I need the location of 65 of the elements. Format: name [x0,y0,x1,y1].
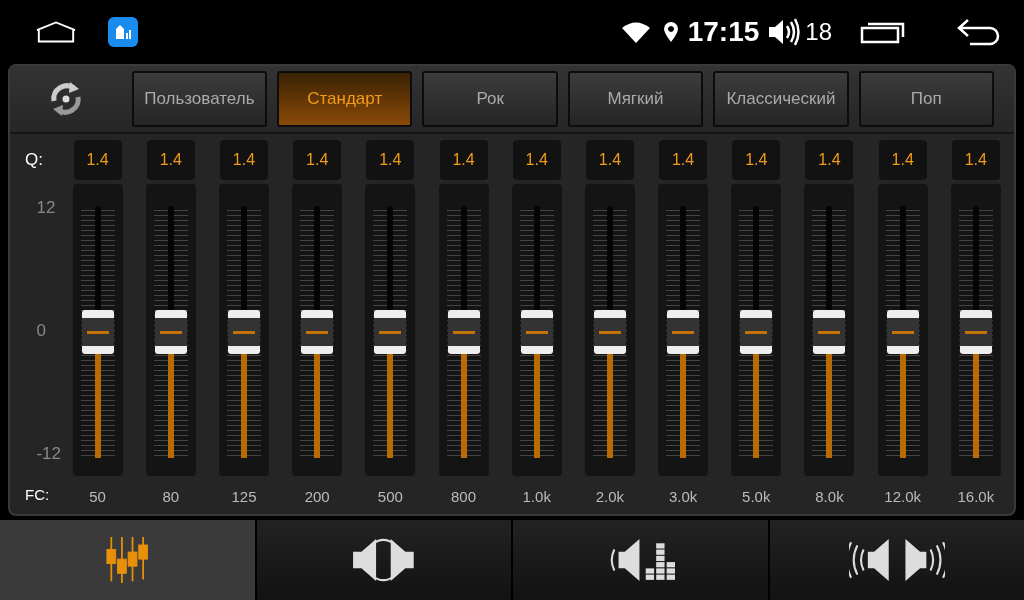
q-value[interactable]: 1.4 [878,140,927,180]
volume-icon [767,17,802,47]
slider-thumb[interactable] [520,310,553,354]
q-value[interactable]: 1.4 [293,140,342,180]
preset-button[interactable]: Классический [713,71,849,127]
q-value[interactable]: 1.4 [366,140,415,180]
equalizer-icon [106,537,149,583]
app-icon[interactable] [108,17,138,47]
slider-thumb[interactable] [301,310,334,354]
location-icon [663,22,678,42]
home-icon[interactable] [35,20,77,44]
q-value[interactable]: 1.4 [659,140,708,180]
preset-button[interactable]: Стандарт [277,71,413,127]
q-value[interactable]: 1.4 [439,140,488,180]
q-value[interactable]: 1.4 [146,140,195,180]
scale-label: -12 [36,444,61,464]
speakers-facing-icon [351,537,417,583]
preset-button[interactable]: Пользователь [131,71,268,127]
slider-thumb[interactable] [447,310,480,354]
preset-button[interactable]: Мягкий [567,71,704,127]
frequency-label: 5.0k [742,488,771,505]
slider-thumb[interactable] [154,310,187,354]
slider-thumb[interactable] [740,310,773,354]
back-icon[interactable] [956,18,1002,46]
bottom-tab[interactable] [256,520,511,600]
bottom-tab[interactable] [769,520,1024,600]
q-value[interactable]: 1.4 [512,140,561,180]
frequency-label: 16.0k [957,488,995,505]
frequency-label: 800 [451,488,477,505]
frequency-label: 8.0k [815,488,844,505]
slider-thumb[interactable] [886,310,919,354]
slider-thumb[interactable] [227,310,260,354]
q-label: Q: [24,149,43,171]
preset-button[interactable]: Рок [422,71,558,127]
wifi-icon [619,21,652,43]
slider-thumb[interactable] [374,310,407,354]
frequency-label: 125 [231,488,257,505]
volume-level: 18 [805,18,832,46]
q-value[interactable]: 1.4 [73,140,122,180]
scale-label: 12 [36,198,57,218]
scale-label: 0 [36,321,47,341]
fc-label: FC: [24,486,50,503]
slider-thumb[interactable] [593,310,626,354]
slider-thumb[interactable] [81,310,114,354]
slider-thumb[interactable] [813,310,846,354]
slider-thumb[interactable] [959,310,992,354]
slider-thumb[interactable] [667,310,700,354]
preset-button[interactable]: Поп [858,71,994,127]
q-value[interactable]: 1.4 [805,140,854,180]
speakers-sound-icon [848,537,945,583]
frequency-label: 500 [377,488,403,505]
frequency-label: 3.0k [668,488,698,505]
q-value[interactable]: 1.4 [732,140,781,180]
q-value[interactable]: 1.4 [585,140,634,180]
frequency-label: 1.0k [522,488,551,505]
frequency-label: 50 [89,488,106,505]
frequency-label: 2.0k [595,488,625,505]
q-value[interactable]: 1.4 [219,140,268,180]
frequency-label: 12.0k [884,488,921,505]
clock-time: 17:15 [687,16,760,48]
bottom-tab[interactable] [513,520,768,600]
frequency-label: 80 [162,488,180,505]
recent-apps-icon[interactable] [860,20,906,44]
q-value[interactable]: 1.4 [951,140,1000,180]
frequency-label: 200 [304,488,330,505]
